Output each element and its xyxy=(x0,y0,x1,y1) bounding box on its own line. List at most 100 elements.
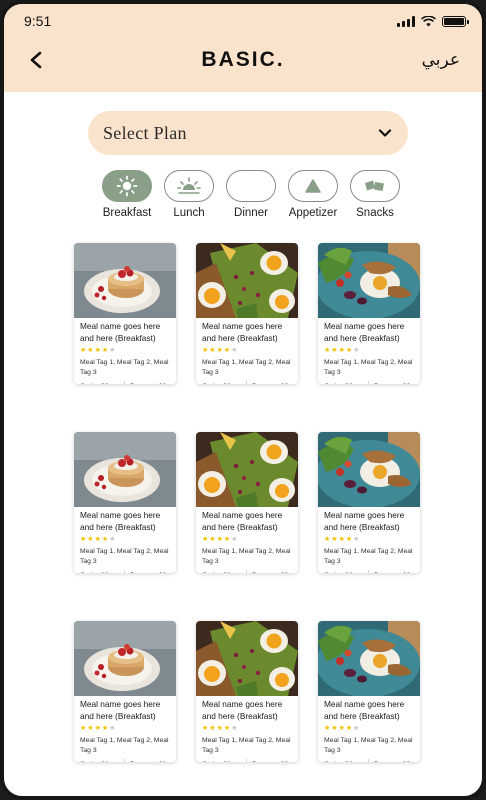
tab-breakfast[interactable]: Breakfast xyxy=(100,170,154,226)
rating-stars: ★ ★ ★ ★ ★ xyxy=(324,536,414,543)
nutrition-col-right: Pro20g Fat15g xyxy=(124,381,170,384)
star-icon: ★ xyxy=(231,725,238,732)
nutrition-info: Carb38Kcal Cal250g Pro20g Fat15g xyxy=(80,759,170,762)
app-header: 9:51 BASIC. عربي xyxy=(4,4,482,92)
meal-card[interactable]: Meal name goes here and here (Breakfast)… xyxy=(318,243,420,384)
category-tabs: Breakfast Lunch Dinner Appetizer Snacks xyxy=(100,170,402,226)
meal-title: Meal name goes here and here (Breakfast) xyxy=(80,321,161,343)
star-icon: ★ xyxy=(202,725,209,732)
lunch-pill xyxy=(164,170,214,202)
pro-value: 20g xyxy=(403,759,414,762)
meal-card[interactable]: Meal name goes here and here (Breakfast)… xyxy=(196,621,298,762)
meal-card[interactable]: Meal name goes here and here (Breakfast)… xyxy=(196,432,298,573)
meal-card[interactable]: Meal name goes here and here (Breakfast)… xyxy=(318,432,420,573)
sunrise-icon xyxy=(177,177,201,194)
star-icon: ★ xyxy=(223,725,231,732)
nutrition-col-left: Carb38Kcal Cal250g xyxy=(202,759,246,762)
select-plan-dropdown[interactable]: Select Plan xyxy=(88,111,408,155)
nav-bar: BASIC. عربي xyxy=(4,38,482,82)
pro-row: Pro 20g xyxy=(130,381,170,384)
meal-card[interactable]: Meal name goes here and here (Breakfast)… xyxy=(74,621,176,762)
battery-icon xyxy=(442,15,469,27)
star-icon: ★ xyxy=(87,725,94,732)
pro-label: Pro xyxy=(252,570,263,573)
star-icon: ★ xyxy=(94,347,101,354)
pro-label: Pro xyxy=(374,570,385,573)
star-icon: ★ xyxy=(202,536,209,543)
pro-value: 20g xyxy=(281,570,292,573)
pro-label: Pro xyxy=(374,759,385,762)
carb-value: 38Kcal xyxy=(345,759,363,762)
pro-label: Pro xyxy=(130,381,141,384)
nutrition-col-right: Pro20g Fat15g xyxy=(246,759,292,762)
tab-label: Snacks xyxy=(356,207,394,219)
meal-title: Meal name goes here and here (Breakfast) xyxy=(202,321,283,343)
nutrition-info: Carb38Kcal Cal250g Pro20g Fat15g xyxy=(202,759,292,762)
star-icon: ★ xyxy=(109,536,116,543)
carb-row: Carb 38Kcal xyxy=(80,381,119,384)
pro-value: 20g xyxy=(403,570,414,573)
star-icon: ★ xyxy=(324,725,331,732)
sun-icon xyxy=(116,175,138,197)
meal-image-eggs-avocado xyxy=(196,621,298,696)
pro-row: Pro 20g xyxy=(374,759,414,762)
meal-card-body: Meal name goes here and here (Breakfast)… xyxy=(196,318,298,384)
nutrition-info: Carb38Kcal Cal250g Pro20g Fat15g xyxy=(80,381,170,384)
meal-grid: Meal name goes here and here (Breakfast)… xyxy=(74,243,422,762)
meal-card[interactable]: Meal name goes here and here (Breakfast)… xyxy=(196,243,298,384)
meal-image-pancakes xyxy=(74,432,176,507)
star-icon: ★ xyxy=(353,725,360,732)
meal-card-body: Meal name goes here and here (Breakfast)… xyxy=(74,507,176,573)
carb-value: 38Kcal xyxy=(223,759,241,762)
star-icon: ★ xyxy=(209,725,216,732)
star-icon: ★ xyxy=(353,347,360,354)
star-icon: ★ xyxy=(109,347,116,354)
tab-dinner[interactable]: Dinner xyxy=(224,170,278,226)
nutrition-col-left: Carb38Kcal Cal250g xyxy=(80,759,124,762)
tab-lunch[interactable]: Lunch xyxy=(162,170,216,226)
star-icon: ★ xyxy=(331,347,338,354)
breakfast-pill xyxy=(102,170,152,202)
star-icon: ★ xyxy=(101,536,109,543)
language-toggle[interactable]: عربي xyxy=(422,50,460,70)
nutrition-info: Carb38Kcal Cal250g Pro20g Fat15g xyxy=(324,759,414,762)
star-icon: ★ xyxy=(80,347,87,354)
pro-value: 20g xyxy=(159,759,170,762)
meal-title: Meal name goes here and here (Breakfast) xyxy=(80,699,161,721)
meal-card[interactable]: Meal name goes here and here (Breakfast)… xyxy=(74,243,176,384)
carb-value: 38Kcal xyxy=(345,570,363,573)
meal-tags: Meal Tag 1, Meal Tag 2, Meal Tag 3 xyxy=(80,548,169,565)
carb-value: 38Kcal xyxy=(101,759,119,762)
rating-stars: ★ ★ ★ ★ ★ xyxy=(202,725,292,732)
carb-label: Carb xyxy=(80,381,95,384)
back-button[interactable] xyxy=(24,48,48,72)
pro-row: Pro 20g xyxy=(252,570,292,573)
nutrition-col-left: Carb38Kcal Cal250g xyxy=(324,759,368,762)
meal-card[interactable]: Meal name goes here and here (Breakfast)… xyxy=(74,432,176,573)
star-icon: ★ xyxy=(94,725,101,732)
meal-title: Meal name goes here and here (Breakfast) xyxy=(80,510,161,532)
wifi-icon xyxy=(421,15,436,26)
nutrition-info: Carb38Kcal Cal250g Pro20g Fat15g xyxy=(202,570,292,573)
tab-snacks[interactable]: Snacks xyxy=(348,170,402,226)
tab-appetizer[interactable]: Appetizer xyxy=(286,170,340,226)
star-icon: ★ xyxy=(109,725,116,732)
star-icon: ★ xyxy=(80,536,87,543)
meal-tags: Meal Tag 1, Meal Tag 2, Meal Tag 3 xyxy=(202,737,291,754)
star-icon: ★ xyxy=(338,347,345,354)
nutrition-col-left: Carb38Kcal Cal250g xyxy=(80,381,124,384)
pro-value: 20g xyxy=(281,759,292,762)
meal-card-body: Meal name goes here and here (Breakfast)… xyxy=(318,318,420,384)
carb-value: 38Kcal xyxy=(101,381,119,384)
carb-label: Carb xyxy=(202,381,217,384)
pro-value: 20g xyxy=(159,570,170,573)
pro-value: 20g xyxy=(403,381,414,384)
nutrition-col-left: Carb38Kcal Cal250g xyxy=(324,570,368,573)
meal-card[interactable]: Meal name goes here and here (Breakfast)… xyxy=(318,621,420,762)
star-icon: ★ xyxy=(94,536,101,543)
star-icon: ★ xyxy=(101,725,109,732)
carb-label: Carb xyxy=(324,381,339,384)
carb-row: Carb 38Kcal xyxy=(202,759,241,762)
meal-tags: Meal Tag 1, Meal Tag 2, Meal Tag 3 xyxy=(202,359,291,376)
meal-tags: Meal Tag 1, Meal Tag 2, Meal Tag 3 xyxy=(324,548,413,565)
